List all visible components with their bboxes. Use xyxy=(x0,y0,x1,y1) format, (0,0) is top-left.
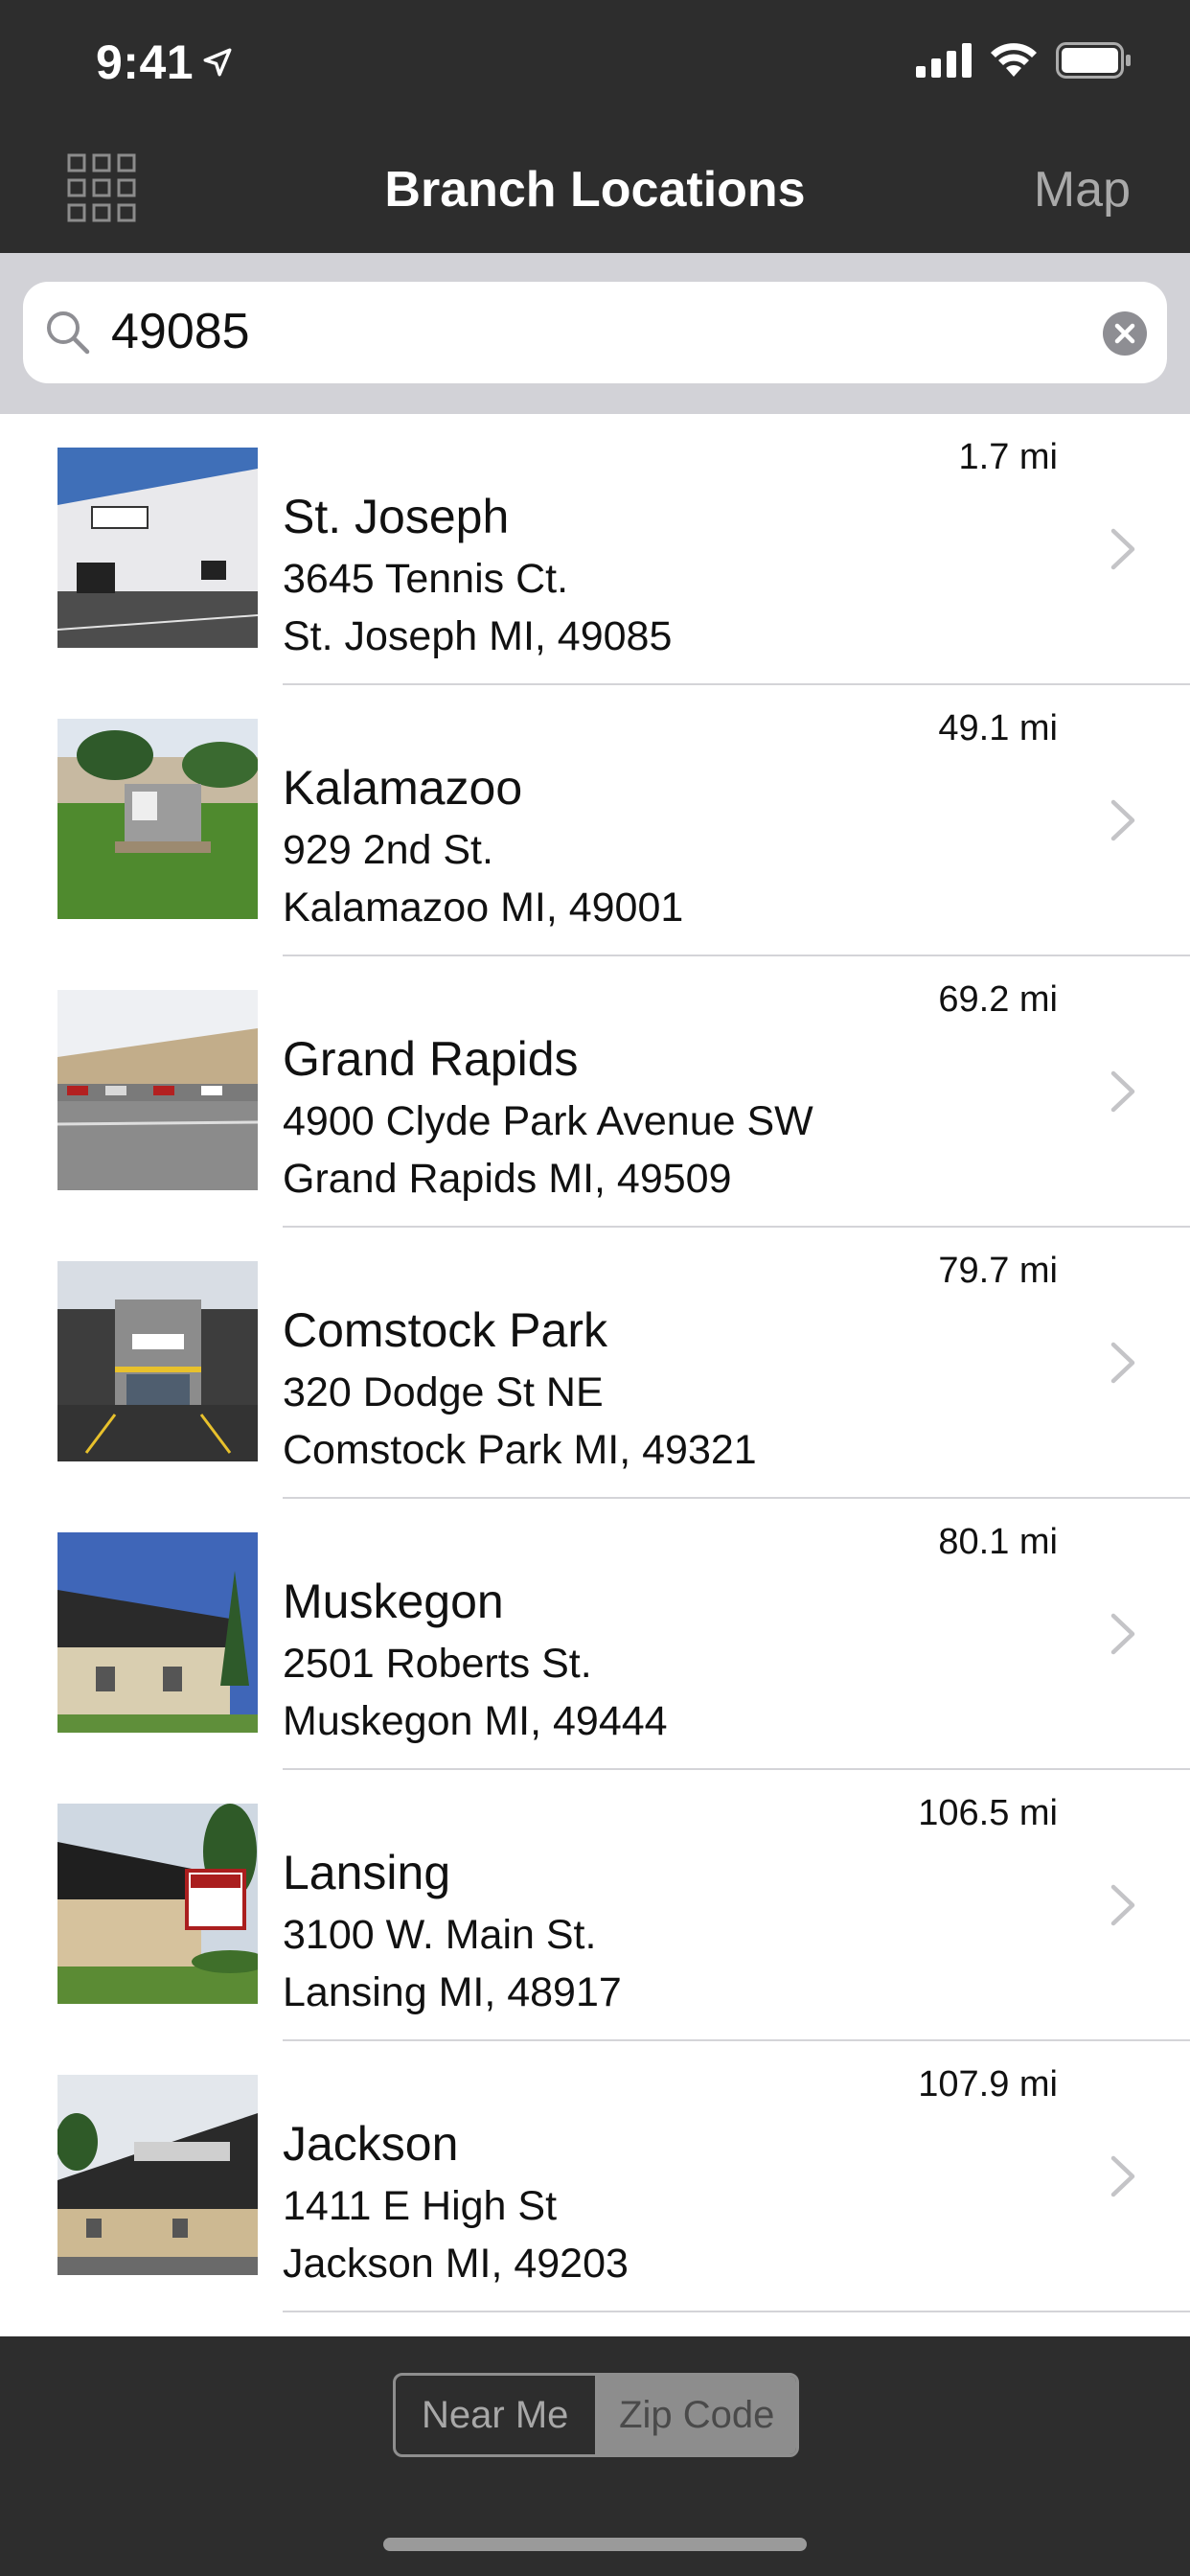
branch-name: St. Joseph xyxy=(283,490,510,543)
branch-city: Jackson MI, 49203 xyxy=(283,2241,629,2287)
location-row[interactable]: 79.7 mi Comstock Park 320 Dodge St NE Co… xyxy=(0,1228,1190,1499)
branch-city: St. Joseph MI, 49085 xyxy=(283,613,673,659)
location-mode-segmented-control: Near Me Zip Code xyxy=(393,2373,799,2457)
branch-photo xyxy=(57,1532,258,1733)
branch-name: Kalamazoo xyxy=(283,761,523,815)
branch-street: 3645 Tennis Ct. xyxy=(283,556,569,602)
branch-name: Lansing xyxy=(283,1846,451,1899)
branch-city: Lansing MI, 48917 xyxy=(283,1969,622,2015)
map-button[interactable]: Map xyxy=(1034,161,1131,218)
row-divider xyxy=(283,2311,1190,2312)
chevron-right-icon xyxy=(1110,1342,1135,1384)
distance-label: 80.1 mi xyxy=(938,1522,1058,1562)
branch-name: Muskegon xyxy=(283,1575,504,1628)
location-row[interactable]: 49.1 mi Kalamazoo 929 2nd St. Kalamazoo … xyxy=(0,685,1190,956)
branch-photo xyxy=(57,1261,258,1461)
branch-name: Jackson xyxy=(283,2117,459,2171)
branch-photo xyxy=(57,719,258,919)
search-icon xyxy=(47,311,90,355)
branch-street: 4900 Clyde Park Avenue SW xyxy=(283,1098,813,1144)
chevron-right-icon xyxy=(1110,799,1135,841)
branch-city: Grand Rapids MI, 49509 xyxy=(283,1156,732,1202)
branch-city: Muskegon MI, 49444 xyxy=(283,1698,668,1744)
clear-search-icon[interactable] xyxy=(1102,310,1148,356)
distance-label: 1.7 mi xyxy=(958,437,1058,477)
search-input[interactable]: 49085 xyxy=(23,282,1167,383)
distance-label: 107.9 mi xyxy=(918,2064,1058,2104)
location-row[interactable]: 107.9 mi Jackson 1411 E High St Jackson … xyxy=(0,2041,1190,2312)
distance-label: 49.1 mi xyxy=(938,708,1058,748)
branch-photo xyxy=(57,1804,258,2004)
segment-zip-code[interactable]: Zip Code xyxy=(594,2376,796,2454)
status-time: 9:41 xyxy=(96,35,195,89)
branch-street: 1411 E High St xyxy=(283,2183,558,2229)
branch-photo xyxy=(57,448,258,648)
wifi-icon xyxy=(991,43,1037,77)
chevron-right-icon xyxy=(1110,1884,1135,1926)
segment-near-me[interactable]: Near Me xyxy=(396,2376,595,2454)
location-row[interactable]: 1.7 mi St. Joseph 3645 Tennis Ct. St. Jo… xyxy=(0,414,1190,685)
navigation-header: 9:41 Branch Locations Map xyxy=(0,0,1190,253)
location-list: 1.7 mi St. Joseph 3645 Tennis Ct. St. Jo… xyxy=(0,414,1190,2312)
chevron-right-icon xyxy=(1110,1613,1135,1655)
branch-city: Comstock Park MI, 49321 xyxy=(283,1427,757,1473)
search-input-value[interactable]: 49085 xyxy=(111,303,250,360)
chevron-right-icon xyxy=(1110,2155,1135,2197)
page-title: Branch Locations xyxy=(384,162,806,218)
branch-street: 2501 Roberts St. xyxy=(283,1641,592,1687)
distance-label: 106.5 mi xyxy=(918,1793,1058,1833)
battery-icon xyxy=(1056,42,1131,79)
location-arrow-icon xyxy=(203,48,232,77)
bottom-toolbar: Near Me Zip Code xyxy=(0,2336,1190,2576)
branch-street: 3100 W. Main St. xyxy=(283,1912,597,1958)
branch-city: Kalamazoo MI, 49001 xyxy=(283,885,684,931)
search-bar: 49085 xyxy=(0,253,1190,414)
cellular-signal-icon xyxy=(916,43,972,78)
distance-label: 79.7 mi xyxy=(938,1251,1058,1291)
home-indicator[interactable] xyxy=(383,2538,807,2551)
branch-name: Grand Rapids xyxy=(283,1032,579,1086)
chevron-right-icon xyxy=(1110,528,1135,570)
location-row[interactable]: 80.1 mi Muskegon 2501 Roberts St. Muskeg… xyxy=(0,1499,1190,1770)
branch-name: Comstock Park xyxy=(283,1303,607,1357)
location-row[interactable]: 106.5 mi Lansing 3100 W. Main St. Lansin… xyxy=(0,1770,1190,2041)
branch-photo xyxy=(57,990,258,1190)
distance-label: 69.2 mi xyxy=(938,979,1058,1020)
branch-street: 929 2nd St. xyxy=(283,827,493,873)
location-row[interactable]: 69.2 mi Grand Rapids 4900 Clyde Park Ave… xyxy=(0,956,1190,1228)
branch-photo xyxy=(57,2075,258,2275)
chevron-right-icon xyxy=(1110,1070,1135,1113)
branch-street: 320 Dodge St NE xyxy=(283,1369,604,1415)
